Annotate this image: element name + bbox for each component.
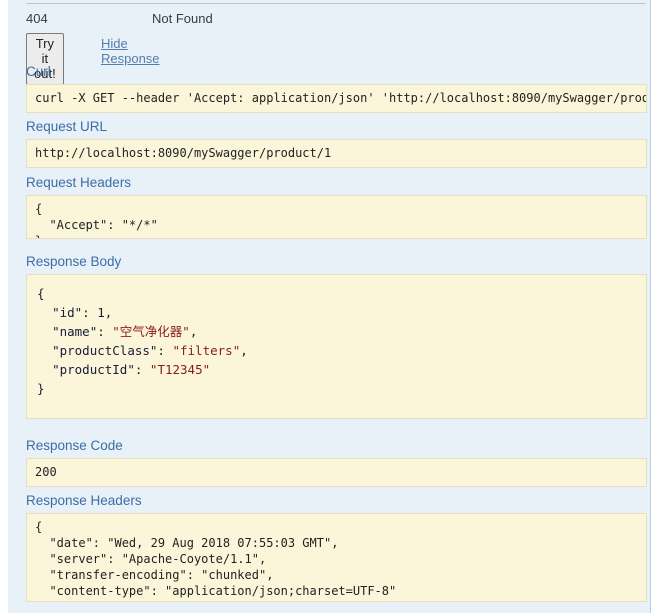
json-key-name: "name" [52, 324, 98, 339]
json-comma-3: , [240, 343, 248, 358]
content-pane: 404 Not Found Try it out! Hide Response … [8, 0, 651, 613]
right-gutter [652, 0, 664, 613]
response-body-title: Response Body [26, 254, 122, 269]
json-comma-2: , [189, 324, 198, 339]
json-comma-1: , [104, 305, 113, 320]
status-divider [26, 3, 646, 4]
section-request-headers: Request Headers { "Accept": "*/*" } [16, 175, 648, 239]
request-url-value: http://localhost:8090/mySwagger/product/… [26, 139, 647, 168]
section-request-url: Request URL http://localhost:8090/mySwag… [16, 119, 648, 168]
json-colon-1: : [82, 305, 98, 320]
section-response-body: Response Body { "id": 1, "name": "空气净化器"… [16, 254, 648, 419]
status-code: 404 [26, 11, 48, 26]
response-headers-title: Response Headers [26, 493, 142, 508]
json-key-product-class: "productClass" [52, 343, 158, 358]
json-key-id: "id" [52, 305, 83, 320]
curl-title: Curl [26, 64, 51, 79]
json-colon-4: : [134, 362, 150, 377]
request-headers-body: { "Accept": "*/*" } [26, 195, 647, 239]
section-response-headers: Response Headers { "date": "Wed, 29 Aug … [16, 493, 648, 602]
json-value-name: "空气净化器" [112, 324, 190, 339]
response-code-value: 200 [26, 458, 647, 487]
hide-response-link[interactable]: Hide Response [101, 36, 160, 66]
response-headers-body: { "date": "Wed, 29 Aug 2018 07:55:03 GMT… [26, 513, 647, 602]
json-close-brace: } [37, 381, 45, 396]
json-value-product-id: "T12345" [149, 362, 211, 377]
json-open-brace: { [37, 286, 45, 301]
section-curl: Curl curl -X GET --header 'Accept: appli… [16, 64, 648, 113]
response-code-title: Response Code [26, 438, 123, 453]
json-key-product-id: "productId" [52, 362, 135, 377]
response-body-panel: { "id": 1, "name": "空气净化器", "productClas… [26, 274, 647, 419]
response-body-json: { "id": 1, "name": "空气净化器", "productClas… [37, 284, 636, 398]
json-colon-3: : [157, 343, 173, 358]
status-reason: Not Found [152, 11, 213, 26]
json-value-id: 1 [97, 305, 105, 320]
curl-command: curl -X GET --header 'Accept: applicatio… [26, 84, 647, 113]
json-colon-2: : [97, 324, 113, 339]
status-row: 404 Not Found [16, 11, 648, 31]
json-value-product-class: "filters" [172, 343, 241, 358]
request-url-title: Request URL [26, 119, 108, 134]
section-response-code: Response Code 200 [16, 438, 648, 487]
swagger-response-panel: 404 Not Found Try it out! Hide Response … [0, 0, 664, 613]
request-headers-title: Request Headers [26, 175, 132, 190]
